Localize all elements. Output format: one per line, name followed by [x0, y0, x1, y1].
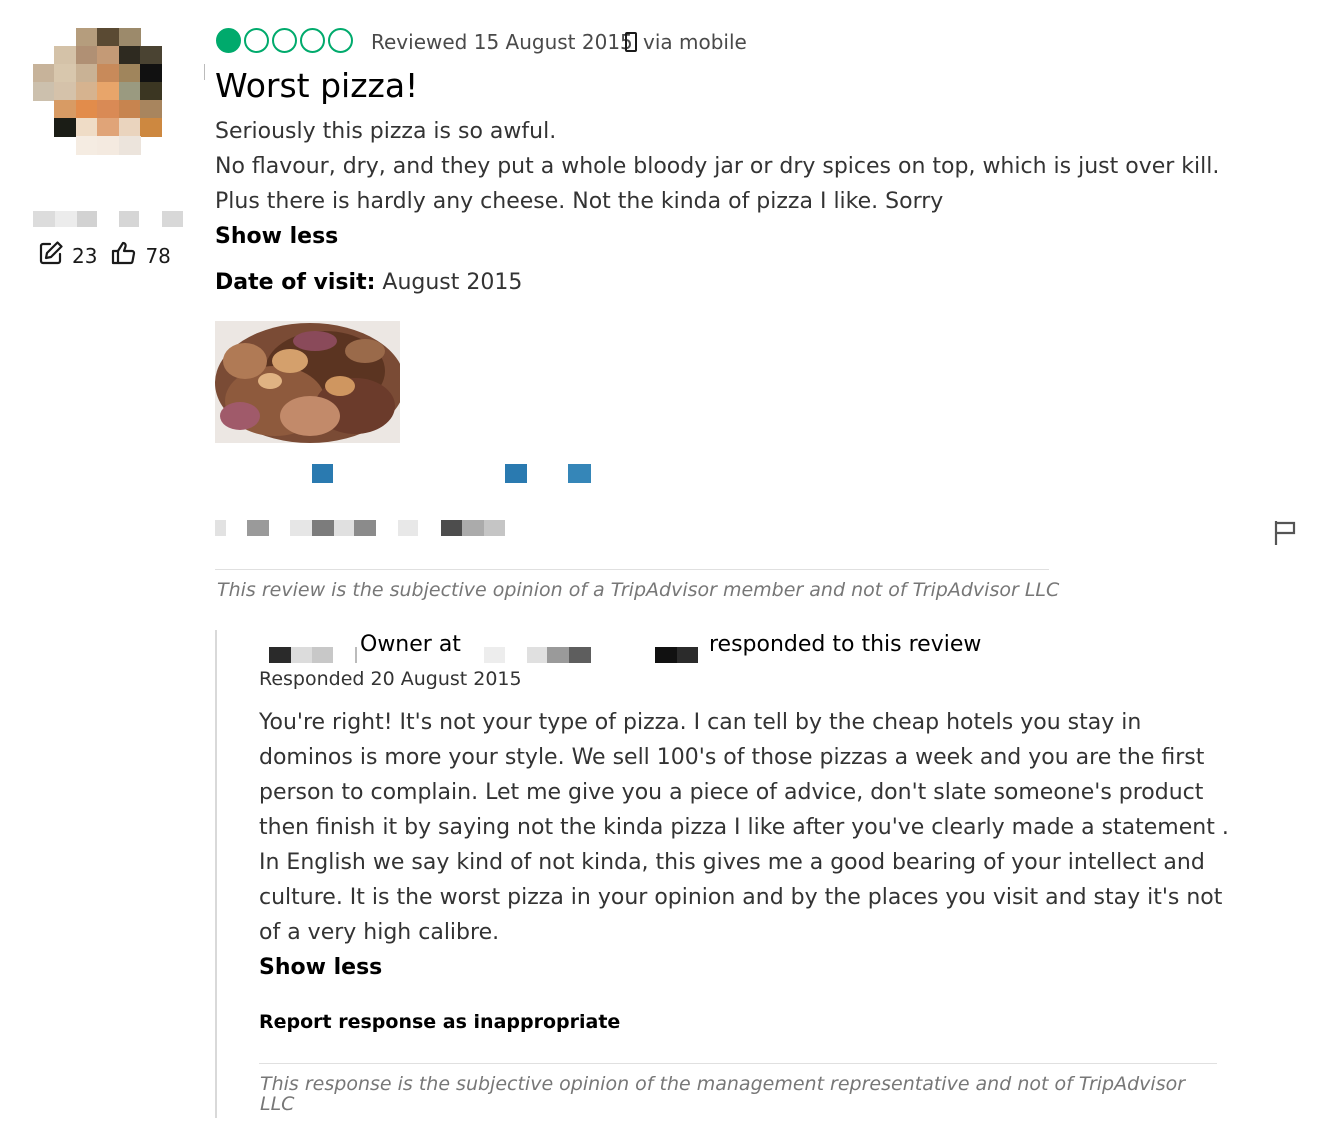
review-disclaimer: This review is the subjective opinion of… — [217, 579, 1060, 601]
via-mobile: via mobile — [625, 30, 747, 54]
review-count: 23 — [72, 243, 98, 268]
review-photo[interactable] — [215, 321, 400, 443]
edit-icon — [38, 240, 64, 271]
via-mobile-label: via mobile — [643, 30, 747, 54]
review-title[interactable]: Worst pizza! — [215, 66, 418, 105]
response-body: You're right! It's not your type of pizz… — [259, 705, 1229, 985]
rating-bubble-empty — [272, 28, 297, 53]
rating-bubble-filled — [216, 28, 241, 53]
cursor-divider — [204, 64, 205, 80]
response-show-less-link[interactable]: Show less — [259, 950, 1229, 985]
thumbs-up-icon — [111, 240, 137, 271]
mobile-phone-icon — [625, 32, 637, 52]
reviewer-avatar[interactable] — [33, 28, 163, 158]
date-of-visit-label: Date of visit: — [215, 270, 376, 295]
response-header-suffix: responded to this review — [709, 632, 982, 657]
reviewed-date: Reviewed 15 August 2015 — [371, 30, 633, 54]
response-owner-prefix: Owner at — [360, 632, 461, 657]
review-line: Seriously this pizza is so awful. — [215, 119, 557, 144]
date-of-visit: Date of visit: August 2015 — [215, 270, 522, 295]
reviewer-stats: 23 78 — [38, 240, 185, 271]
helpful-votes-count: 78 — [145, 243, 171, 268]
flag-icon[interactable] — [1270, 518, 1300, 548]
response-text: You're right! It's not your type of pizz… — [259, 710, 1229, 945]
response-divider — [259, 1063, 1217, 1064]
review-divider — [215, 569, 1049, 570]
bubble-rating — [216, 28, 356, 53]
response-disclaimer: This response is the subjective opinion … — [260, 1073, 1186, 1115]
report-response-link[interactable]: Report response as inappropriate — [259, 1011, 620, 1033]
date-of-visit-value: August 2015 — [382, 270, 523, 295]
rating-bubble-empty — [244, 28, 269, 53]
review-body: Seriously this pizza is so awful. No fla… — [215, 114, 1235, 254]
review-line: Plus there is hardly any cheese. Not the… — [215, 189, 944, 214]
responded-date: Responded 20 August 2015 — [259, 668, 522, 690]
rating-bubble-empty — [300, 28, 325, 53]
response-border — [215, 630, 217, 1118]
rating-bubble-empty — [328, 28, 353, 53]
review-line: No flavour, dry, and they put a whole bl… — [215, 154, 1220, 179]
review-show-less-link[interactable]: Show less — [215, 219, 1235, 254]
